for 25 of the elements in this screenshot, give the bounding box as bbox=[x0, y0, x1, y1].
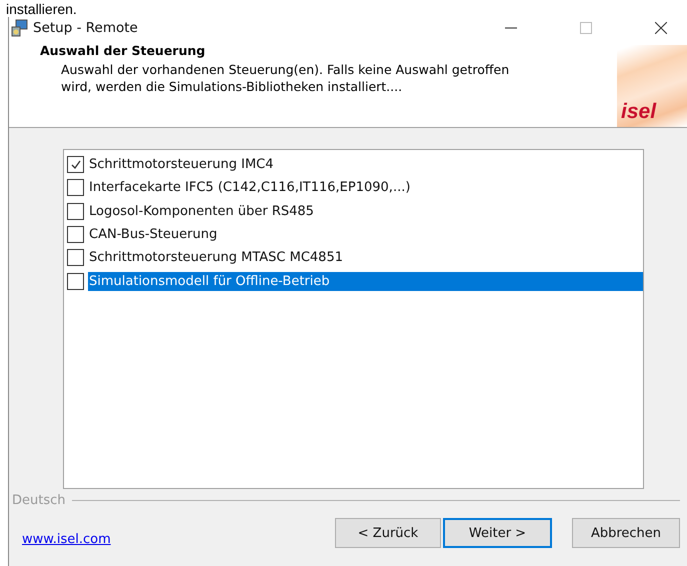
page-text: installieren. bbox=[6, 1, 77, 17]
page-heading: Auswahl der Steuerung bbox=[40, 43, 206, 58]
language-label: Deutsch bbox=[12, 493, 66, 508]
option-label[interactable]: Logosol-Komponenten über RS485 bbox=[88, 202, 643, 221]
wizard-button[interactable]: Weiter > bbox=[443, 518, 552, 548]
window-title: Setup - Remote bbox=[33, 20, 138, 36]
checkbox[interactable] bbox=[67, 156, 84, 174]
checkmark-icon bbox=[70, 158, 82, 171]
computer-icon bbox=[11, 19, 29, 37]
option-label[interactable]: Simulationsmodell für Offline-Betrieb bbox=[88, 272, 643, 291]
wizard-button[interactable]: < Zurück bbox=[335, 518, 441, 548]
checkbox[interactable] bbox=[67, 226, 84, 244]
checkbox[interactable] bbox=[67, 249, 84, 266]
logo-banner: isel bbox=[617, 45, 687, 127]
option-label[interactable]: CAN-Bus-Steuerung bbox=[88, 225, 643, 244]
close-icon[interactable] bbox=[655, 22, 667, 34]
checkbox[interactable] bbox=[67, 272, 84, 290]
page-description: Auswahl der vorhandenen Steuerung(en). Falls keine Auswahl getroffen wird, werden die Simulations-Bibliotheken installiert.... bbox=[60, 61, 510, 95]
option-label[interactable]: Interfacekarte IFC5 (C142,C116,IT116,EP1090,...) bbox=[88, 178, 643, 198]
website-link[interactable]: www.isel.com bbox=[22, 532, 111, 547]
wizard-button[interactable]: Abbrechen bbox=[572, 518, 680, 548]
option-label[interactable]: Schrittmotorsteuerung IMC4 bbox=[88, 155, 643, 174]
checkbox[interactable] bbox=[67, 179, 84, 196]
checkbox[interactable] bbox=[67, 202, 84, 220]
option-label[interactable]: Schrittmotorsteuerung MTASC MC4851 bbox=[88, 248, 643, 268]
